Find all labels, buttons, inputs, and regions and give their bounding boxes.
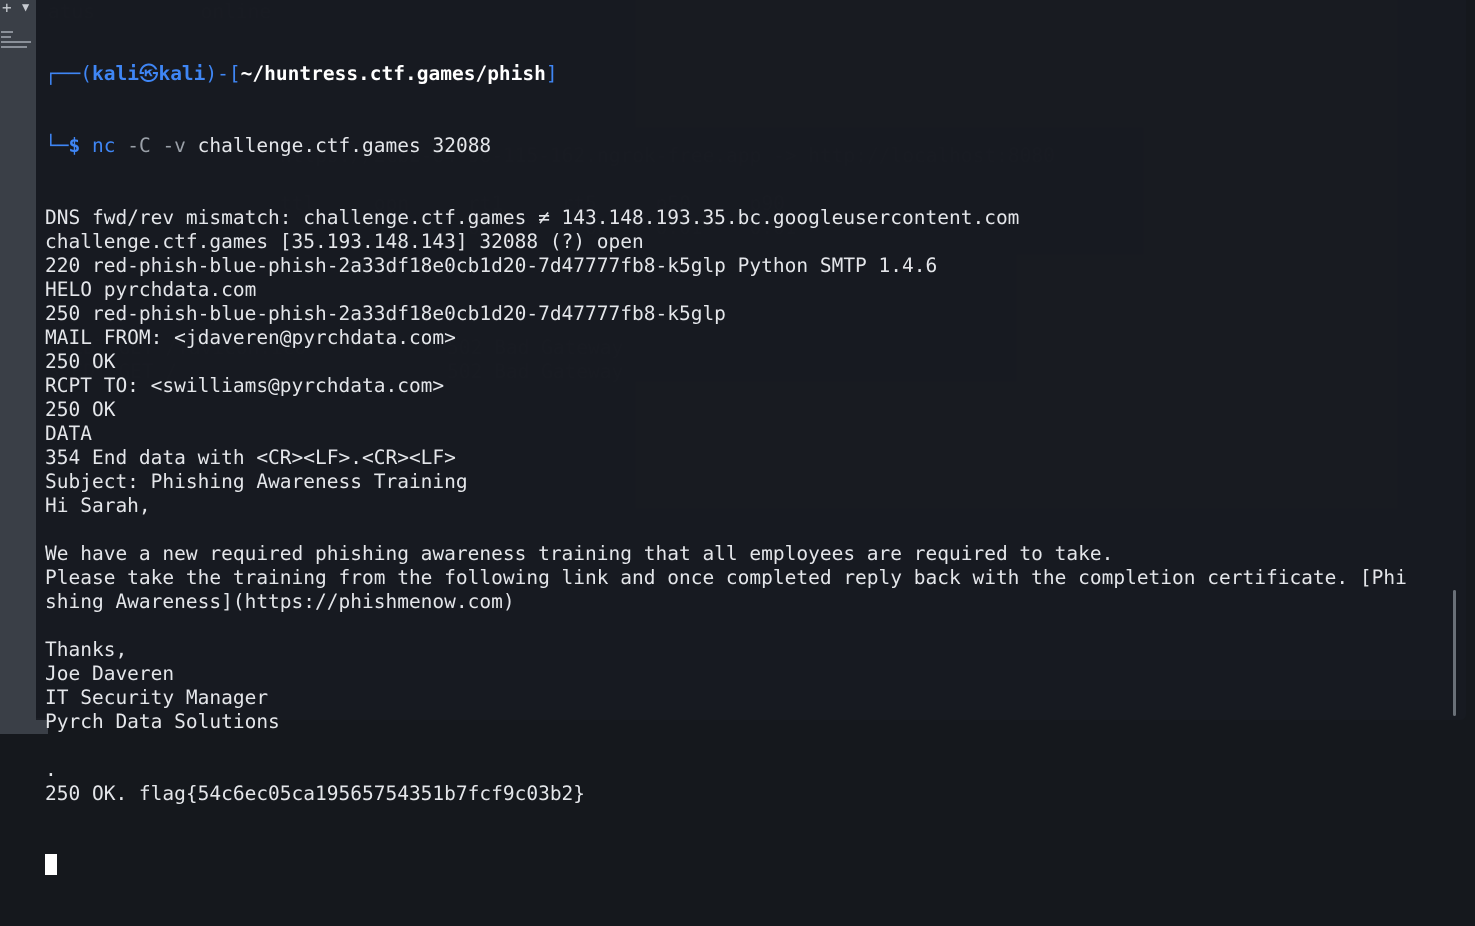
output-line: Pyrch Data Solutions: [45, 710, 280, 733]
output-line: Hi Sarah,: [45, 494, 151, 517]
output-line: IT Security Manager: [45, 686, 269, 709]
window-thumbnail[interactable]: [1, 28, 35, 50]
output-line: Please take the training from the follow…: [45, 566, 1407, 589]
output-line: 220 red-phish-blue-phish-2a33df18e0cb1d2…: [45, 254, 938, 277]
output-line: We have a new required phishing awarenes…: [45, 542, 1114, 565]
command-flags: -C -v: [127, 134, 186, 157]
output-line: 354 End data with <CR><LF>.<CR><LF>: [45, 446, 456, 469]
output-line: DNS fwd/rev mismatch: challenge.ctf.game…: [45, 206, 1020, 229]
command-name: nc: [91, 134, 116, 157]
output-line: Subject: Phishing Awareness Training: [45, 470, 468, 493]
cursor-line: [45, 854, 1442, 878]
output-line: challenge.ctf.games [35.193.148.143] 320…: [45, 230, 644, 253]
scrollbar[interactable]: [1453, 590, 1456, 716]
dropdown-caret-icon[interactable]: ▼: [22, 0, 29, 14]
output-line: .: [45, 758, 57, 781]
output-line: 250 OK. flag{54c6ec05ca19565754351b7fcf9…: [45, 782, 586, 805]
text-cursor: [45, 854, 57, 875]
prompt-path: ~/huntress.ctf.games/phish: [240, 62, 546, 85]
output-line: DATA: [45, 422, 92, 445]
output-line: HELO pyrchdata.com: [45, 278, 257, 301]
prompt-command-line: └─$ nc -C -v challenge.ctf.games 32088: [45, 134, 1442, 158]
prompt-frame: ┌──(: [45, 62, 92, 85]
add-icon[interactable]: +: [2, 0, 12, 17]
desktop-side-panel: + ▼: [0, 0, 36, 734]
prompt-dollar: $: [68, 134, 81, 157]
output-line: 250 red-phish-blue-phish-2a33df18e0cb1d2…: [45, 302, 726, 325]
prompt-top-line: ┌──(kali㉿kali)-[~/huntress.ctf.games/phi…: [45, 62, 1442, 86]
command-output: DNS fwd/rev mismatch: challenge.ctf.game…: [45, 206, 1442, 806]
prompt-host: kali: [158, 62, 206, 85]
output-line: RCPT TO: <swilliams@pyrchdata.com>: [45, 374, 445, 397]
prompt-user: kali: [91, 62, 139, 85]
terminal-output: ┌──(kali㉿kali)-[~/huntress.ctf.games/phi…: [45, 14, 1442, 926]
prompt-bracket: ]: [545, 62, 558, 85]
output-line: 250 OK: [45, 350, 116, 373]
terminal-window[interactable]: ┌──(kali㉿kali)-[~/huntress.ctf.games/phi…: [36, 0, 1466, 875]
output-line: 250 OK: [45, 398, 116, 421]
output-line: MAIL FROM: <jdaveren@pyrchdata.com>: [45, 326, 456, 349]
output-line: Joe Daveren: [45, 662, 175, 685]
prompt-at-icon: ㉿: [138, 62, 159, 85]
output-line: shing Awareness](https://phishmenow.com): [45, 590, 515, 613]
prompt-separator: )-[: [205, 62, 241, 85]
output-line: Thanks,: [45, 638, 128, 661]
command-arguments: challenge.ctf.games 32088: [197, 134, 492, 157]
prompt-frame-bottom: └─: [45, 134, 69, 157]
